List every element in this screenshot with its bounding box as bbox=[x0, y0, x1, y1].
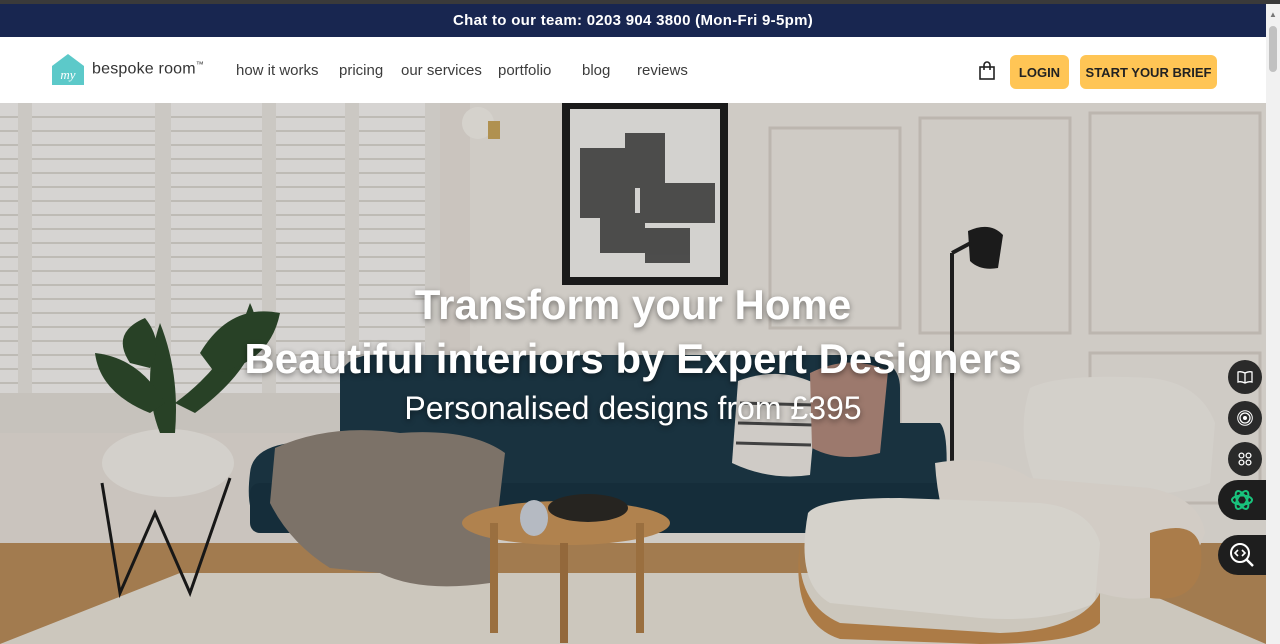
ai-assistant-icon[interactable] bbox=[1218, 480, 1266, 520]
book-icon[interactable] bbox=[1228, 360, 1262, 394]
start-brief-button[interactable]: START YOUR BRIEF bbox=[1080, 55, 1217, 89]
announcement-text[interactable]: Chat to our team: 0203 904 3800 (Mon-Fri… bbox=[453, 12, 813, 29]
scroll-thumb[interactable] bbox=[1269, 26, 1277, 72]
site-logo[interactable]: my bespoke room™ bbox=[50, 52, 204, 86]
page-scrollbar[interactable]: ▲ bbox=[1266, 4, 1280, 644]
announcement-bar: Chat to our team: 0203 904 3800 (Mon-Fri… bbox=[0, 4, 1266, 37]
logo-brand-text: bespoke room™ bbox=[92, 59, 204, 78]
hero-title-line2: Beautiful interiors by Expert Designers bbox=[244, 335, 1022, 382]
broadcast-icon[interactable] bbox=[1228, 401, 1262, 435]
shopping-bag-icon[interactable] bbox=[977, 61, 997, 81]
nav-blog[interactable]: blog bbox=[582, 62, 610, 79]
nav-portfolio[interactable]: portfolio bbox=[498, 62, 551, 79]
hero-headline-block: Transform your Home Beautiful interiors … bbox=[0, 278, 1266, 430]
nav-how-it-works[interactable]: how it works bbox=[236, 62, 319, 79]
site-header: my bespoke room™ how it works pricing ou… bbox=[0, 37, 1266, 103]
login-button[interactable]: LOGIN bbox=[1010, 55, 1069, 89]
logo-house-icon: my bbox=[50, 52, 86, 86]
scroll-up-arrow-icon[interactable]: ▲ bbox=[1269, 10, 1277, 19]
code-search-icon[interactable] bbox=[1218, 535, 1266, 575]
grid-icon[interactable] bbox=[1228, 442, 1262, 476]
logo-mark-text: my bbox=[60, 67, 75, 82]
hero-section: Transform your Home Beautiful interiors … bbox=[0, 103, 1266, 644]
hero-title-line1: Transform your Home bbox=[414, 281, 852, 328]
hero-subtitle: Personalised designs from £395 bbox=[404, 390, 862, 426]
nav-reviews[interactable]: reviews bbox=[637, 62, 688, 79]
nav-pricing[interactable]: pricing bbox=[339, 62, 383, 79]
nav-our-services[interactable]: our services bbox=[401, 62, 482, 79]
